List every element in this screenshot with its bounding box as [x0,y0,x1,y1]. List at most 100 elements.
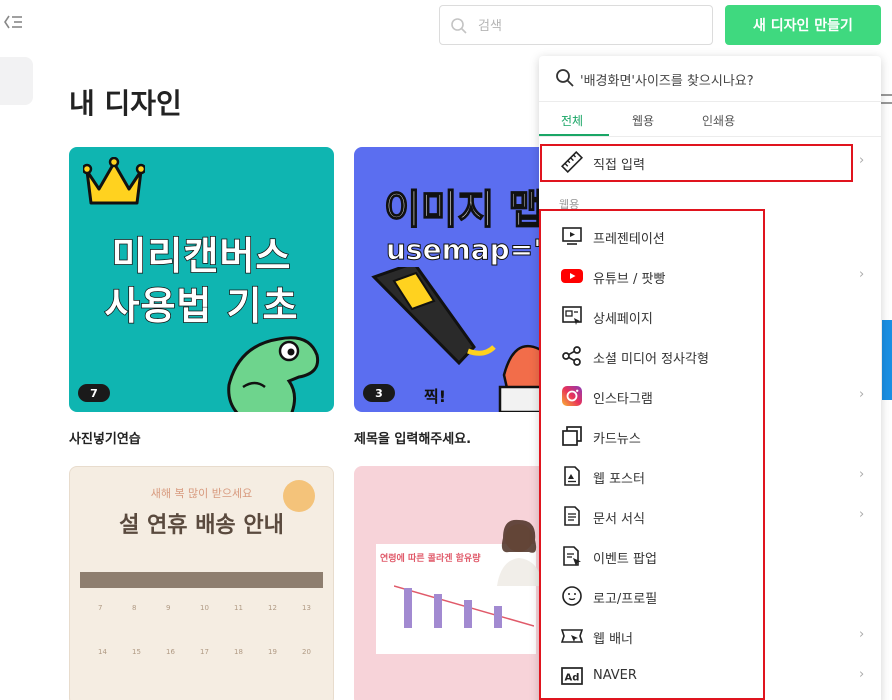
size-item-label: 웹 배너 [593,632,634,647]
svg-text:20: 20 [302,648,311,656]
chevron-right-icon: › [859,507,865,522]
section-label-web: 웹용 [559,198,580,211]
chevron-right-icon: › [859,153,865,168]
design-card[interactable]: 새해 복 많이 받으세요 설 연휴 배송 안내 7 8 9 10 11 12 13 14 15… [69,466,334,700]
chevron-right-icon: › [859,267,865,282]
design-card[interactable]: 연령에 따른 콜라겐 함유량 [354,466,554,700]
search-field[interactable] [439,5,713,45]
chevron-right-icon: › [859,667,865,682]
size-item[interactable]: 카드뉴스 [539,416,881,456]
svg-text:11: 11 [234,604,243,612]
card-subtitle: 새해 복 많이 받으세요 [150,487,253,500]
list-view-icon[interactable] [881,94,892,104]
card-headline: 설 연휴 배송 안내 [119,512,284,538]
partial-card[interactable] [882,320,892,400]
size-item[interactable]: Ad NAVER › [539,656,881,696]
size-item[interactable]: 프레젠테이션 [539,216,881,256]
logo-profile-icon [561,585,583,607]
size-item[interactable]: 소셜 미디어 정사각형 [539,336,881,376]
svg-text:15: 15 [132,648,141,656]
direct-input-label: 직접 입력 [593,158,645,173]
svg-text:찍!: 찍! [424,387,446,406]
detail-page-icon [561,305,583,327]
size-item-label: 유튜브 / 팟빵 [593,272,666,287]
direct-input-item[interactable]: 직접 입력 › [539,142,881,182]
ruler-icon [560,150,584,174]
size-item-label: 소셜 미디어 정사각형 [593,352,709,367]
search-icon [450,17,468,39]
size-item[interactable]: 로고/프로필 [539,576,881,616]
tab-web[interactable]: 웹용 [632,112,654,129]
card-news-icon [561,425,583,447]
new-design-button[interactable]: 새 디자인 만들기 [725,5,881,45]
chevron-right-icon: › [859,387,865,402]
banner-icon [560,625,584,647]
size-item[interactable]: 상세페이지 [539,296,881,336]
collapse-sidebar-icon[interactable] [2,12,24,34]
presentation-icon [561,225,583,247]
card-headline: 사용법 기초 [104,283,299,329]
new-design-popup: '배경화면'사이즈를 찾으시나요? 전체 웹용 인쇄용 직접 입력 › 웹용 프… [539,56,881,700]
svg-text:14: 14 [98,648,107,656]
svg-text:Ad: Ad [565,673,580,684]
page-count-badge: 3 [363,384,395,402]
svg-text:7: 7 [98,604,102,612]
svg-text:12: 12 [268,604,277,612]
tab-print[interactable]: 인쇄용 [702,112,735,129]
search-icon [555,68,575,92]
size-item[interactable]: 유튜브 / 팟빵 › [539,256,881,296]
app-root: 새 디자인 만들기 내 디자인 미리캔버스 사용법 기초 7 사진넣기연습 이미… [0,0,892,700]
svg-text:8: 8 [132,604,136,612]
youtube-icon [561,265,583,287]
size-item-label: 문서 서식 [593,512,645,527]
active-tab-underline [539,134,609,136]
share-icon [561,345,583,367]
svg-text:10: 10 [200,604,209,612]
poster-icon [561,465,583,487]
instagram-icon [561,385,583,407]
card-headline: 미리캔버스 [111,233,292,279]
svg-text:13: 13 [302,604,311,612]
card-headline: 이미지 맵 [383,186,546,234]
sidebar-item[interactable] [0,57,33,105]
tab-all[interactable]: 전체 [561,112,583,129]
crown-icon [83,157,145,205]
svg-text:18: 18 [234,648,243,656]
size-item[interactable]: 이벤트 팝업 [539,536,881,576]
card-headline: usemap=" [386,233,549,267]
size-search-bar[interactable]: '배경화면'사이즈를 찾으시나요? [539,56,881,102]
calendar-header [80,572,323,588]
svg-text:16: 16 [166,648,175,656]
search-input[interactable] [478,14,698,38]
design-card[interactable]: 이미지 맵 usemap=" 찍! 3 [354,147,554,412]
page-count-badge: 7 [78,384,110,402]
card-title[interactable]: 제목을 입력해주세요. [354,428,471,447]
size-item-label: 상세페이지 [593,312,653,327]
event-popup-icon [561,545,583,567]
size-item-label: 카드뉴스 [593,432,641,447]
size-item-label: 프레젠테이션 [593,232,665,247]
size-item[interactable]: 웹 배너 › [539,616,881,656]
design-card[interactable]: 미리캔버스 사용법 기초 7 [69,147,334,412]
size-item-label: 이벤트 팝업 [593,552,657,567]
size-item[interactable]: 인스타그램 › [539,376,881,416]
svg-text:17: 17 [200,648,209,656]
chevron-right-icon: › [859,467,865,482]
size-item-label: 로고/프로필 [593,592,658,607]
size-search-text: '배경화면'사이즈를 찾으시나요? [580,74,754,89]
page-title: 내 디자인 [69,87,182,120]
chart-figures [394,585,534,628]
size-item[interactable]: 문서 서식 › [539,496,881,536]
size-item-label: 인스타그램 [593,392,653,407]
naver-ad-icon: Ad [561,665,583,687]
size-item[interactable]: 웹 포스터 › [539,456,881,496]
card-title[interactable]: 사진넣기연습 [69,428,141,447]
crocodile-illustration [227,336,320,412]
document-icon [561,505,583,527]
svg-text:9: 9 [166,604,170,612]
chevron-right-icon: › [859,627,865,642]
size-tabs: 전체 웹용 인쇄용 [539,103,881,137]
size-item-label: NAVER [593,668,637,683]
calendar-grid: 7 8 9 10 11 12 13 14 15 16 17 18 19 20 [98,604,311,656]
size-item-label: 웹 포스터 [593,472,645,487]
